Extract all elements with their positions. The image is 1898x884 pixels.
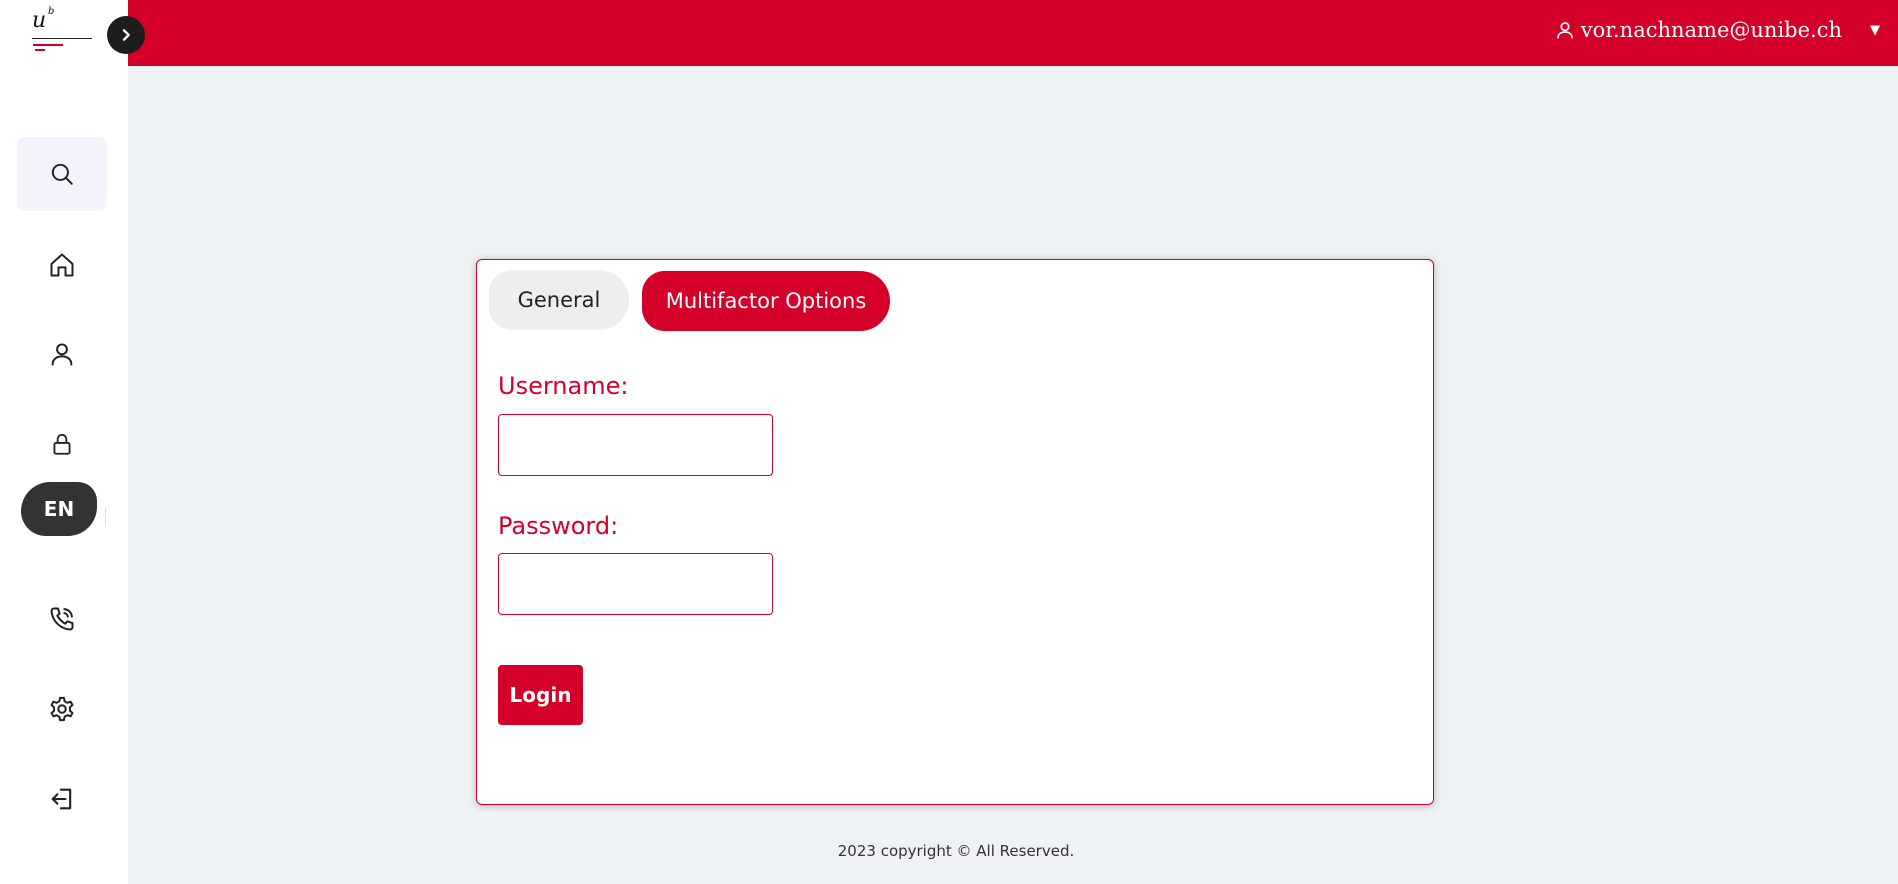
sidebar-item-home[interactable] bbox=[17, 228, 107, 302]
language-switch[interactable]: EN bbox=[21, 482, 97, 536]
tab-multifactor-options[interactable]: Multifactor Options bbox=[642, 271, 890, 331]
sidebar: u b EN bbox=[0, 0, 128, 884]
sidebar-item-logout[interactable] bbox=[17, 762, 107, 836]
top-bar: vor.nachname@unibe.ch ▼ bbox=[128, 0, 1898, 66]
divider bbox=[105, 508, 106, 526]
tab-label: General bbox=[517, 288, 601, 312]
login-card: General Multifactor Options Username: Pa… bbox=[476, 259, 1434, 805]
logo-letter-u: u bbox=[32, 8, 47, 33]
phone-call-icon bbox=[50, 607, 74, 631]
dropdown-caret-icon[interactable]: ▼ bbox=[1870, 23, 1880, 38]
sidebar-item-settings[interactable] bbox=[17, 672, 107, 746]
logout-icon bbox=[51, 788, 72, 810]
username-label: Username: bbox=[498, 372, 629, 400]
language-label: EN bbox=[43, 497, 75, 521]
login-button[interactable]: Login bbox=[498, 665, 583, 725]
home-icon bbox=[50, 253, 74, 277]
search-icon bbox=[51, 163, 73, 185]
password-field[interactable] bbox=[498, 553, 773, 615]
user-icon bbox=[1556, 22, 1573, 39]
chevron-right-icon bbox=[122, 29, 130, 41]
gear-icon bbox=[50, 696, 74, 722]
logo-letter-b: b bbox=[48, 6, 55, 17]
sidebar-item-search[interactable] bbox=[17, 137, 107, 211]
sidebar-item-profile[interactable] bbox=[17, 317, 107, 391]
password-label: Password: bbox=[498, 512, 619, 540]
sidebar-item-security[interactable] bbox=[17, 407, 107, 481]
lock-icon bbox=[53, 433, 71, 455]
university-logo: u b bbox=[30, 6, 94, 56]
logo-subtext-line bbox=[35, 49, 45, 51]
username-field[interactable] bbox=[498, 414, 773, 476]
sidebar-item-phone[interactable] bbox=[17, 582, 107, 656]
footer-copyright: 2023 copyright © All Reserved. bbox=[837, 842, 1075, 860]
user-icon bbox=[51, 343, 73, 366]
sidebar-toggle-button[interactable] bbox=[107, 16, 145, 54]
user-email: vor.nachname@unibe.ch bbox=[1580, 18, 1842, 42]
tab-general[interactable]: General bbox=[489, 270, 629, 330]
tab-label: Multifactor Options bbox=[665, 289, 867, 313]
logo-subtext-line bbox=[33, 44, 63, 46]
logo-rule bbox=[32, 38, 92, 39]
user-menu[interactable]: vor.nachname@unibe.ch ▼ bbox=[1555, 18, 1880, 42]
